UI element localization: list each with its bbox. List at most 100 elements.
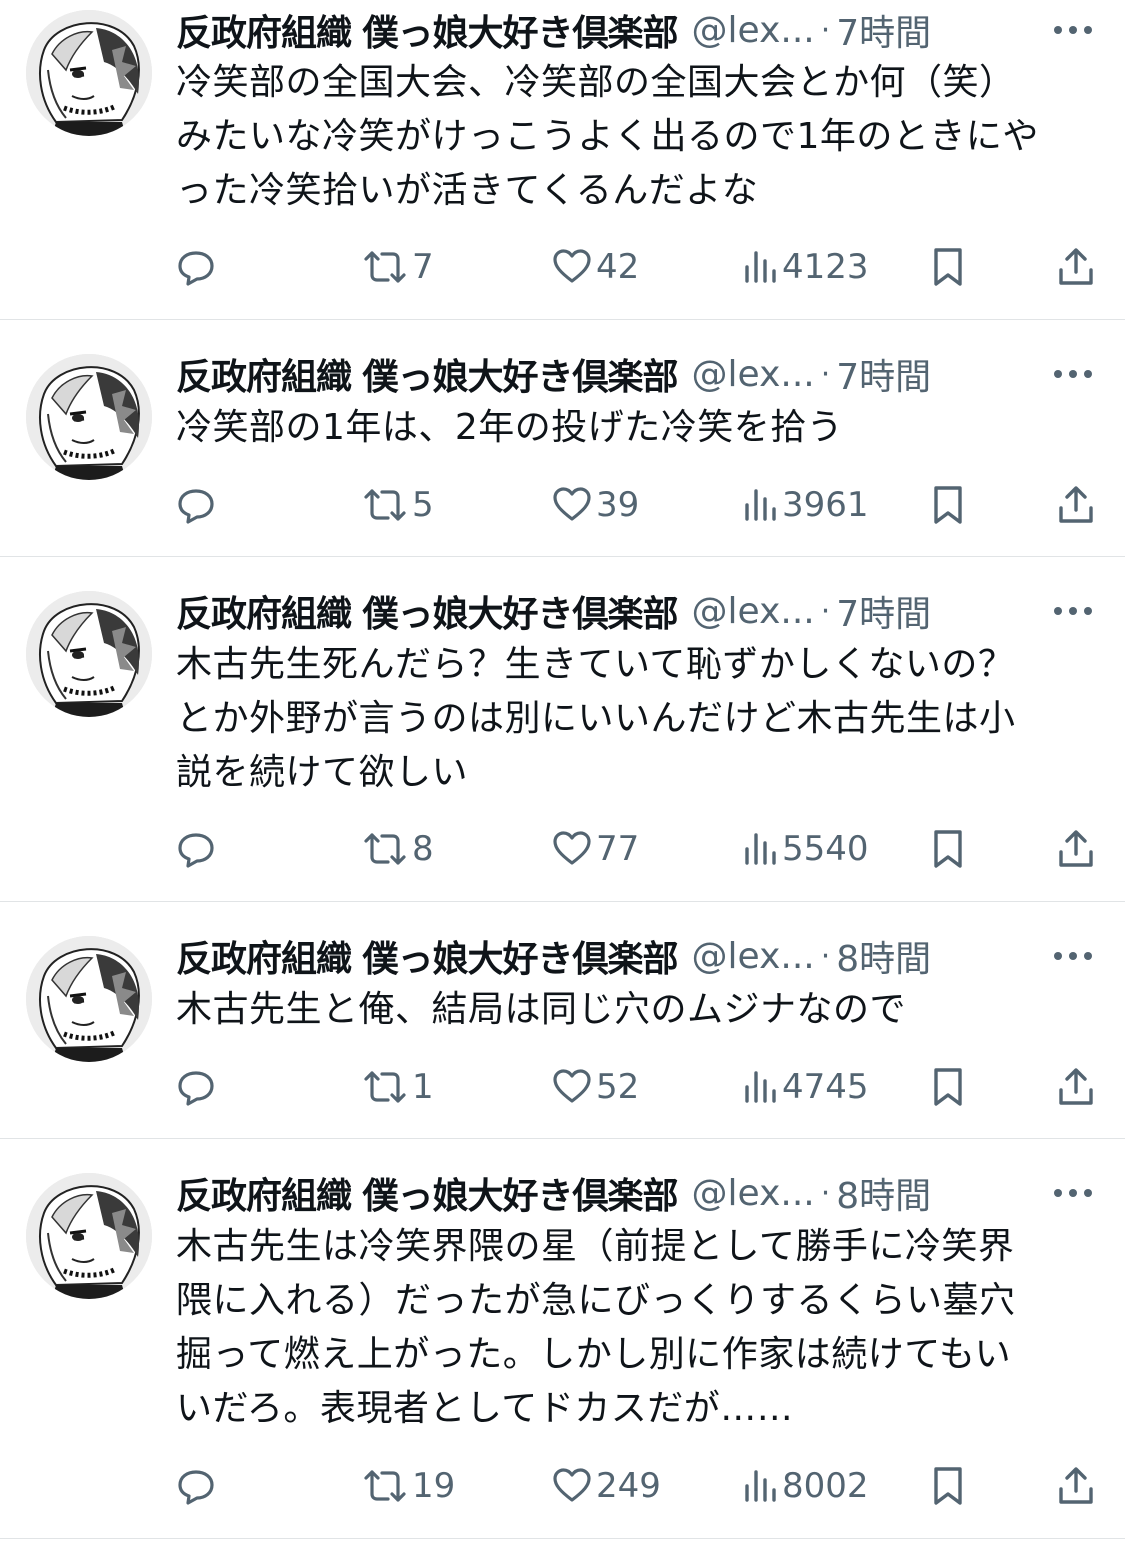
retweet-arrows-icon [362,247,408,287]
retweet-button[interactable]: 1 [362,1062,434,1112]
retweet-button[interactable]: 5 [362,480,434,530]
tweet[interactable]: 反政府組織 僕っ娘大好き倶楽部 @lex... · 7時間 木古先生死んだら？生… [0,557,1125,902]
timestamp[interactable]: 8時間 [836,1167,931,1219]
bar-chart-icon [742,485,778,525]
share-button[interactable] [1056,824,1096,874]
tweet[interactable]: 反政府組織 僕っ娘大好き倶楽部 @lex... · 8時間 木古先生と俺、結局は… [0,902,1125,1139]
meta-separator: · [820,1175,831,1211]
heart-outline-icon [552,829,592,869]
views-button[interactable]: 4123 [742,242,869,292]
more-dots-icon[interactable] [1051,12,1095,48]
retweet-count: 19 [412,1466,456,1506]
tweet[interactable]: 反政府組織 僕っ娘大好き倶楽部 @lex... · 7時間 冷笑部の全国大会、冷… [0,0,1125,320]
bar-chart-icon [742,247,778,287]
share-upload-icon [1056,1465,1096,1507]
bookmark-button[interactable] [930,1062,966,1112]
speech-bubble-icon [176,485,216,525]
like-count: 42 [596,247,640,287]
like-button[interactable]: 39 [552,480,639,530]
author-name[interactable]: 反政府組織 僕っ娘大好き倶楽部 [176,1167,679,1219]
views-count: 3961 [782,485,869,525]
author-name[interactable]: 反政府組織 僕っ娘大好き倶楽部 [176,4,679,56]
bookmark-button[interactable] [930,480,966,530]
share-button[interactable] [1056,480,1096,530]
heart-outline-icon [552,1466,592,1506]
bookmark-outline-icon [930,1465,966,1507]
avatar[interactable] [26,936,152,1062]
author-handle[interactable]: @lex... [692,936,815,977]
retweet-count: 8 [412,829,434,869]
bar-chart-icon [742,1067,778,1107]
views-button[interactable]: 3961 [742,480,869,530]
reply-button[interactable] [176,1461,216,1511]
action-bar: 8 77 5540 [0,824,1125,874]
avatar-image [26,1173,152,1299]
more-dots-icon[interactable] [1051,1175,1095,1211]
like-button[interactable]: 42 [552,242,639,292]
tweet-header: 反政府組織 僕っ娘大好き倶楽部 @lex... · 8時間 [176,932,1095,980]
retweet-button[interactable]: 8 [362,824,434,874]
share-button[interactable] [1056,1461,1096,1511]
heart-outline-icon [552,1067,592,1107]
tweet[interactable]: 反政府組織 僕っ娘大好き倶楽部 @lex... · 7時間 冷笑部の1年は、2年… [0,320,1125,557]
share-button[interactable] [1056,1062,1096,1112]
avatar[interactable] [26,354,152,480]
action-bar: 5 39 3961 [0,480,1125,530]
views-count: 4745 [782,1067,869,1107]
more-dots-icon[interactable] [1051,593,1095,629]
timestamp[interactable]: 7時間 [836,348,931,400]
tweet[interactable]: 反政府組織 僕っ娘大好き倶楽部 @lex... · 8時間 木古先生は冷笑界隈の… [0,1139,1125,1539]
avatar[interactable] [26,10,152,136]
bookmark-button[interactable] [930,242,966,292]
reply-button[interactable] [176,1062,216,1112]
more-dots-icon[interactable] [1051,938,1095,974]
views-button[interactable]: 5540 [742,824,869,874]
tweet-header: 反政府組織 僕っ娘大好き倶楽部 @lex... · 7時間 [176,350,1095,398]
timestamp[interactable]: 7時間 [836,585,931,637]
reply-button[interactable] [176,242,216,292]
timestamp[interactable]: 7時間 [836,4,931,56]
author-name[interactable]: 反政府組織 僕っ娘大好き倶楽部 [176,585,679,637]
avatar[interactable] [26,591,152,717]
bookmark-button[interactable] [930,824,966,874]
more-dots-icon[interactable] [1051,356,1095,392]
action-bar: 1 52 4745 [0,1062,1125,1112]
retweet-button[interactable]: 19 [362,1461,455,1511]
author-name[interactable]: 反政府組織 僕っ娘大好き倶楽部 [176,930,679,982]
action-bar: 19 249 8002 [0,1461,1125,1511]
like-button[interactable]: 249 [552,1461,661,1511]
retweet-arrows-icon [362,1466,408,1506]
tweet-text: 木古先生と俺、結局は同じ穴のムジナなので [176,989,907,1030]
retweet-button[interactable]: 7 [362,242,434,292]
avatar[interactable] [26,1173,152,1299]
share-button[interactable] [1056,242,1096,292]
avatar-image [26,936,152,1062]
views-button[interactable]: 8002 [742,1461,869,1511]
like-button[interactable]: 52 [552,1062,639,1112]
meta-separator: · [820,356,831,392]
reply-button[interactable] [176,824,216,874]
tweet-header: 反政府組織 僕っ娘大好き倶楽部 @lex... · 7時間 [176,587,1095,635]
author-handle[interactable]: @lex... [692,1173,815,1214]
like-button[interactable]: 77 [552,824,639,874]
author-handle[interactable]: @lex... [692,354,815,395]
bar-chart-icon [742,1466,778,1506]
author-handle[interactable]: @lex... [692,591,815,632]
meta-separator: · [820,12,831,48]
speech-bubble-icon [176,829,216,869]
tweet-text: 木古先生死んだら？生きていて恥ずかしくないの？ とか外野が言うのは別にいいんだけ… [176,644,1016,793]
retweet-arrows-icon [362,829,408,869]
reply-button[interactable] [176,480,216,530]
speech-bubble-icon [176,247,216,287]
timeline-feed: 反政府組織 僕っ娘大好き倶楽部 @lex... · 7時間 冷笑部の全国大会、冷… [0,0,1125,1539]
heart-outline-icon [552,485,592,525]
like-count: 52 [596,1067,640,1107]
bookmark-outline-icon [930,1066,966,1108]
bookmark-outline-icon [930,484,966,526]
timestamp[interactable]: 8時間 [836,930,931,982]
bookmark-button[interactable] [930,1461,966,1511]
tweet-text: 木古先生は冷笑界隈の星（前提として勝手に冷笑界 隈に入れる）だったが急にびっくり… [176,1226,1016,1429]
author-handle[interactable]: @lex... [692,10,815,51]
author-name[interactable]: 反政府組織 僕っ娘大好き倶楽部 [176,348,679,400]
views-button[interactable]: 4745 [742,1062,869,1112]
